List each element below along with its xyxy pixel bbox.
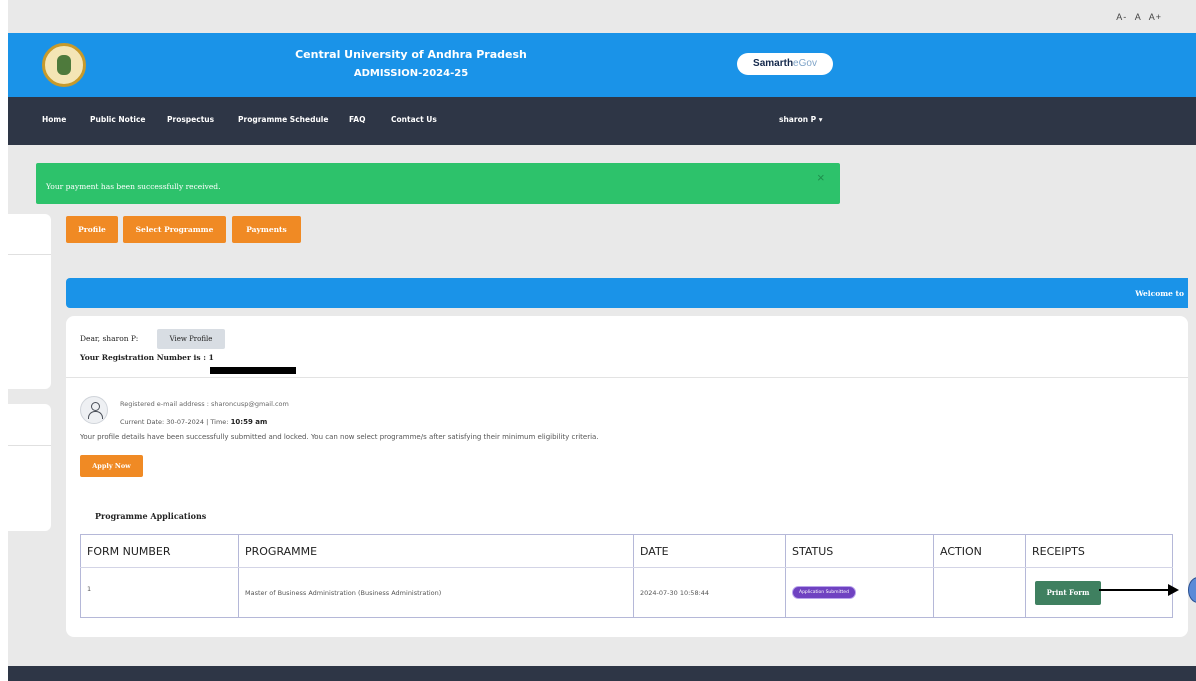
brand-main: Samarth: [753, 58, 794, 69]
cell-programme: Master of Business Administration (Busin…: [238, 567, 634, 618]
redaction-bar: [210, 367, 296, 374]
cell-status: Application Submitted: [785, 567, 934, 618]
dashboard-card: Dear, sharon P: View Profile Your Regist…: [66, 316, 1188, 637]
admission-title: ADMISSION-2024-25: [353, 68, 469, 79]
cell-date: 2024-07-30 10:58:44: [633, 567, 786, 618]
site-header: Central University of Andhra Pradesh ADM…: [8, 33, 1196, 97]
column-header-status: STATUS: [785, 534, 934, 568]
column-header-date: DATE: [633, 534, 786, 568]
view-profile-button[interactable]: View Profile: [157, 329, 225, 349]
table-header-row: FORM NUMBER PROGRAMME DATE STATUS ACTION…: [80, 534, 1173, 568]
current-date-time: Current Date: 30-07-2024 | Time: 10:59 a…: [120, 418, 267, 426]
applications-table: FORM NUMBER PROGRAMME DATE STATUS ACTION…: [80, 534, 1173, 618]
font-reset-button[interactable]: A: [1135, 12, 1142, 22]
column-header-form-number: FORM NUMBER: [80, 534, 239, 568]
user-icon: [80, 396, 108, 424]
nav-faq[interactable]: FAQ: [349, 115, 365, 124]
tab-select-programme[interactable]: Select Programme: [123, 216, 226, 243]
sidebar-divider: [8, 254, 51, 255]
tab-profile[interactable]: Profile: [66, 216, 118, 243]
brand-sub: eGov: [793, 58, 817, 69]
current-time: 10:59 am: [230, 418, 268, 426]
cell-receipts: Print Form: [1025, 567, 1173, 618]
nav-home[interactable]: Home: [42, 115, 66, 124]
section-divider: [66, 377, 1188, 378]
cell-form-number: 1: [80, 567, 239, 618]
column-header-receipts: RECEIPTS: [1025, 534, 1173, 568]
font-decrease-button[interactable]: A-: [1116, 12, 1127, 22]
alert-message: Your payment has been successfully recei…: [46, 182, 221, 191]
font-increase-button[interactable]: A+: [1149, 12, 1162, 22]
annotation-arrow-head-icon: [1168, 584, 1179, 596]
registered-email: Registered e-mail address : sharoncusp@g…: [120, 400, 289, 408]
user-menu-dropdown[interactable]: sharon P ▾: [779, 115, 823, 124]
time-prefix: | Time:: [204, 418, 231, 426]
font-size-controls: A- A A+: [1112, 12, 1162, 22]
current-date: 30-07-2024: [166, 418, 205, 426]
sidebar-card-bottom: [8, 404, 51, 531]
apply-now-button[interactable]: Apply Now: [80, 455, 143, 477]
close-icon[interactable]: ×: [817, 170, 825, 185]
welcome-text: Welcome to: [1135, 289, 1184, 298]
nav-programme-schedule[interactable]: Programme Schedule: [238, 115, 328, 124]
print-form-button[interactable]: Print Form: [1035, 580, 1101, 605]
registration-number: Your Registration Number is : 1: [80, 353, 214, 362]
column-header-programme: PROGRAMME: [238, 534, 634, 568]
main-navbar: Home Public Notice Prospectus Programme …: [8, 97, 1196, 145]
nav-public-notice[interactable]: Public Notice: [90, 115, 146, 124]
nav-prospectus[interactable]: Prospectus: [167, 115, 214, 124]
sidebar-card-top: [8, 214, 51, 389]
annotation-arrow-line: [1099, 589, 1169, 591]
status-badge: Application Submitted: [792, 586, 856, 599]
profile-locked-message: Your profile details have been successfu…: [80, 433, 599, 441]
tab-payments[interactable]: Payments: [232, 216, 301, 243]
date-prefix: Current Date:: [120, 418, 167, 426]
cell-action: [933, 567, 1026, 618]
university-title: Central University of Andhra Pradesh: [295, 48, 527, 61]
footer-bar: [8, 666, 1196, 681]
samarth-egov-logo[interactable]: SamartheGov: [737, 53, 833, 75]
column-header-action: ACTION: [933, 534, 1026, 568]
welcome-bar: Welcome to: [66, 278, 1188, 308]
table-row: 1 Master of Business Administration (Bus…: [80, 567, 1173, 618]
programme-applications-title: Programme Applications: [95, 511, 207, 521]
sidebar-divider: [8, 445, 51, 446]
nav-contact-us[interactable]: Contact Us: [391, 115, 437, 124]
payment-success-alert: Your payment has been successfully recei…: [36, 163, 840, 204]
greeting-text: Dear, sharon P:: [80, 334, 139, 343]
